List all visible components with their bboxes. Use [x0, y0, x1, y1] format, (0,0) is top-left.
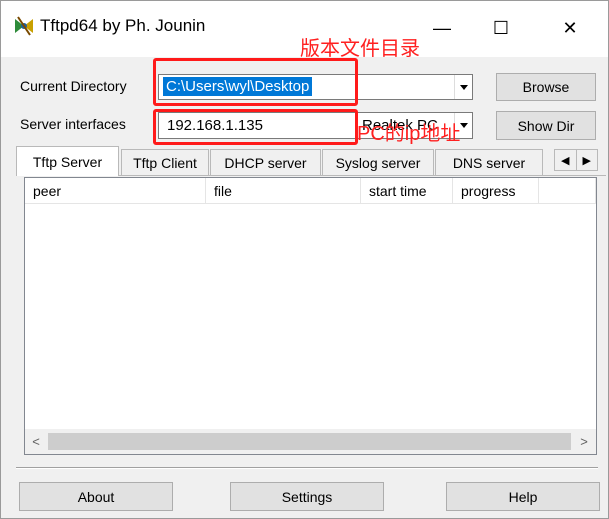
help-button[interactable]: Help	[446, 482, 600, 511]
minimize-button[interactable]: —	[419, 8, 465, 48]
tab-scroller: ◀ ▶	[554, 149, 598, 171]
status-separator	[16, 467, 598, 469]
maximize-icon: ☐	[492, 17, 510, 38]
scroll-left-icon[interactable]: <	[28, 433, 44, 449]
tftpd-app-icon	[12, 14, 36, 38]
browse-button[interactable]: Browse	[496, 73, 596, 101]
annotation-dir-note: 版本文件目录	[300, 38, 420, 60]
horizontal-scrollbar[interactable]: < >	[25, 429, 596, 454]
close-icon: ✕	[562, 17, 578, 38]
show-dir-button[interactable]: Show Dir	[496, 111, 596, 140]
column-header-peer[interactable]: peer	[25, 178, 206, 204]
column-header-progress[interactable]: progress	[453, 178, 539, 204]
about-button[interactable]: About	[19, 482, 173, 511]
column-header-file[interactable]: file	[206, 178, 361, 204]
tab-scroll-right-icon[interactable]: ▶	[577, 150, 598, 170]
annotation-box-directory	[153, 58, 358, 106]
scroll-right-icon[interactable]: >	[576, 433, 592, 449]
column-header-start-time[interactable]: start time	[361, 178, 453, 204]
dropdown-arrow-icon[interactable]	[454, 75, 472, 99]
server-interfaces-label: Server interfaces	[20, 116, 126, 132]
annotation-ip-note: PC的ip地址	[357, 123, 461, 145]
scrollbar-thumb[interactable]	[48, 433, 571, 450]
tab-tftp-client[interactable]: Tftp Client	[121, 149, 209, 175]
transfers-table[interactable]: peer file start time progress < >	[24, 177, 597, 455]
maximize-button[interactable]: ☐	[478, 8, 524, 48]
tab-dhcp-server[interactable]: DHCP server	[210, 149, 321, 175]
annotation-box-ip	[153, 109, 358, 145]
close-button[interactable]: ✕	[547, 8, 593, 48]
settings-button[interactable]: Settings	[230, 482, 384, 511]
tab-dns-server[interactable]: DNS server	[435, 149, 543, 175]
tab-scroll-left-icon[interactable]: ◀	[555, 150, 577, 170]
tab-tftp-server[interactable]: Tftp Server	[16, 146, 119, 176]
column-header-empty	[539, 178, 596, 204]
tab-syslog-server[interactable]: Syslog server	[322, 149, 434, 175]
window-title: Tftpd64 by Ph. Jounin	[40, 16, 206, 35]
minimize-icon: —	[433, 17, 451, 38]
current-directory-label: Current Directory	[20, 78, 127, 94]
